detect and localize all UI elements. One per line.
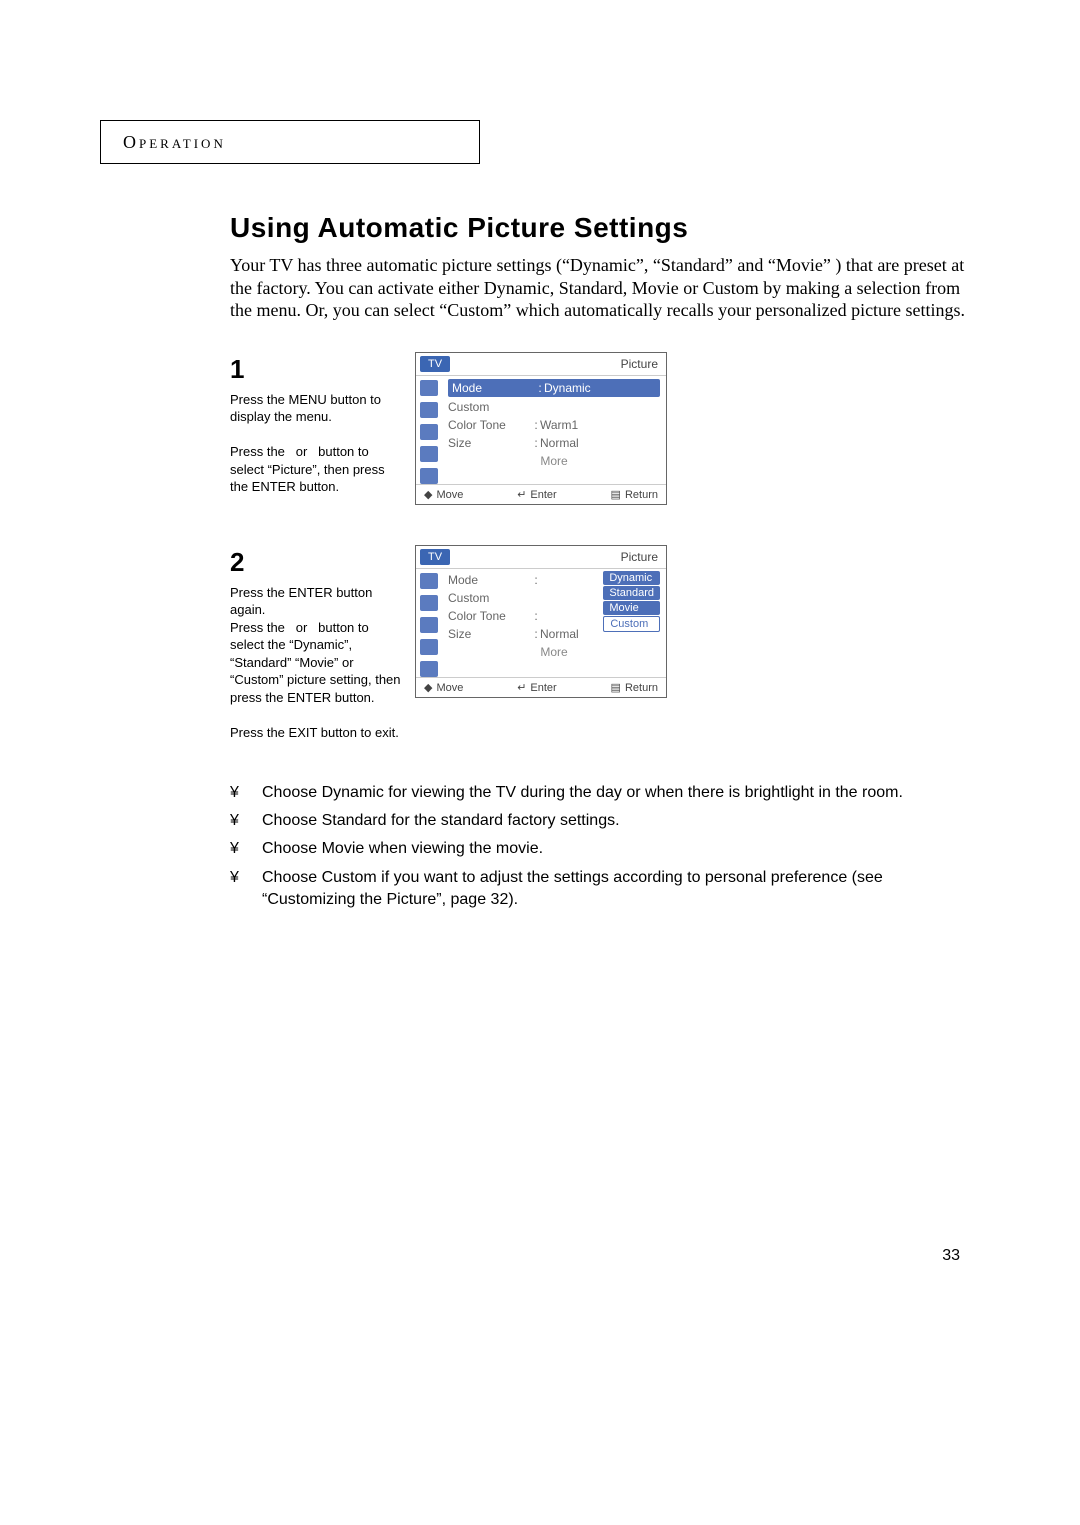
osd-row-size: Size : Normal (448, 434, 660, 452)
section-label-box: Operation (100, 120, 480, 164)
osd-screenshot-1: TV Picture Mode : D (415, 352, 667, 505)
bullet-text: Choose Dynamic for viewing the TV during… (262, 782, 903, 804)
page-number: 33 (942, 1247, 960, 1265)
dropdown-option-dynamic: Dynamic (603, 571, 660, 585)
page-title: Using Automatic Picture Settings (230, 212, 980, 244)
step-2-text: Press the ENTER button again. Press the … (230, 584, 405, 742)
osd-sidebar-icons (416, 569, 442, 677)
dropdown-option-standard: Standard (603, 586, 660, 600)
dropdown-option-custom: Custom (603, 616, 660, 632)
bullet-symbol: ¥ (230, 867, 262, 912)
bullet-item: ¥ Choose Custom if you want to adjust th… (230, 867, 980, 912)
osd-row-more: More (448, 452, 660, 470)
bullet-list: ¥ Choose Dynamic for viewing the TV duri… (230, 782, 980, 912)
input-icon (420, 661, 438, 677)
step-1: 1 Press the MENU button to display the m… (230, 352, 980, 505)
return-icon: ▤ (611, 489, 621, 501)
intro-paragraph: Your TV has three automatic picture sett… (230, 254, 980, 322)
channel-icon (420, 424, 438, 440)
enter-icon: ↵ (517, 682, 526, 694)
bullet-symbol: ¥ (230, 810, 262, 832)
osd-row-custom: Custom (448, 398, 660, 416)
osd-title: Picture (621, 357, 658, 371)
move-icon: ◆ (424, 489, 432, 501)
step-2-number: 2 (230, 545, 405, 580)
picture-icon (420, 573, 438, 589)
osd-tv-badge: TV (420, 356, 450, 372)
bullet-symbol: ¥ (230, 838, 262, 860)
osd-sidebar-icons (416, 376, 442, 484)
osd-row-colortone: Color Tone : Warm1 (448, 416, 660, 434)
sound-icon (420, 402, 438, 418)
channel-icon (420, 617, 438, 633)
return-icon: ▤ (611, 682, 621, 694)
osd-footer: ◆Move ↵Enter ▤Return (416, 677, 666, 697)
osd-row-mode: Mode : Dynamic (448, 379, 660, 397)
bullet-text: Choose Custom if you want to adjust the … (262, 867, 980, 912)
bullet-text: Choose Movie when viewing the movie. (262, 838, 543, 860)
bullet-item: ¥ Choose Standard for the standard facto… (230, 810, 980, 832)
move-icon: ◆ (424, 682, 432, 694)
osd-row-more: More (448, 643, 660, 661)
enter-icon: ↵ (517, 489, 526, 501)
step-2: 2 Press the ENTER button again. Press th… (230, 545, 980, 742)
bullet-item: ¥ Choose Dynamic for viewing the TV duri… (230, 782, 980, 804)
section-label: Operation (123, 132, 226, 153)
dropdown-option-movie: Movie (603, 601, 660, 615)
sound-icon (420, 595, 438, 611)
step-1-text: Press the MENU button to display the men… (230, 391, 405, 496)
setup-icon (420, 639, 438, 655)
picture-icon (420, 380, 438, 396)
input-icon (420, 468, 438, 484)
step-1-number: 1 (230, 352, 405, 387)
osd-tv-badge: TV (420, 549, 450, 565)
osd-title: Picture (621, 550, 658, 564)
mode-dropdown: Dynamic Standard Movie Custom (603, 571, 660, 632)
bullet-text: Choose Standard for the standard factory… (262, 810, 620, 832)
osd-footer: ◆Move ↵Enter ▤Return (416, 484, 666, 504)
osd-screenshot-2: TV Picture Mode : (415, 545, 667, 698)
setup-icon (420, 446, 438, 462)
bullet-item: ¥ Choose Movie when viewing the movie. (230, 838, 980, 860)
bullet-symbol: ¥ (230, 782, 262, 804)
